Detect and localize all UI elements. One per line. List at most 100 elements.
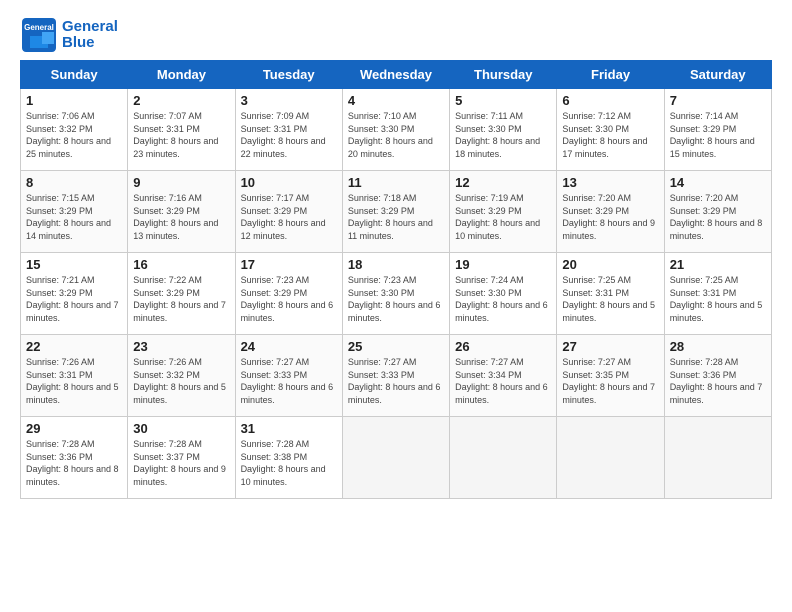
logo-icon: General bbox=[20, 16, 58, 54]
calendar-cell bbox=[557, 417, 664, 499]
day-info: Sunrise: 7:26 AMSunset: 3:32 PMDaylight:… bbox=[133, 356, 229, 406]
calendar-week-row: 8 Sunrise: 7:15 AMSunset: 3:29 PMDaylight… bbox=[21, 171, 772, 253]
day-info: Sunrise: 7:09 AMSunset: 3:31 PMDaylight:… bbox=[241, 110, 337, 160]
col-sunday: Sunday bbox=[21, 61, 128, 89]
day-number: 8 bbox=[26, 175, 122, 190]
logo-text-line1: General bbox=[62, 19, 118, 36]
day-info: Sunrise: 7:10 AMSunset: 3:30 PMDaylight:… bbox=[348, 110, 444, 160]
day-number: 27 bbox=[562, 339, 658, 354]
day-number: 22 bbox=[26, 339, 122, 354]
day-info: Sunrise: 7:28 AMSunset: 3:36 PMDaylight:… bbox=[670, 356, 766, 406]
day-number: 15 bbox=[26, 257, 122, 272]
calendar-cell bbox=[450, 417, 557, 499]
day-info: Sunrise: 7:22 AMSunset: 3:29 PMDaylight:… bbox=[133, 274, 229, 324]
col-thursday: Thursday bbox=[450, 61, 557, 89]
day-number: 31 bbox=[241, 421, 337, 436]
calendar-cell: 15Sunrise: 7:21 AMSunset: 3:29 PMDayligh… bbox=[21, 253, 128, 335]
day-number: 10 bbox=[241, 175, 337, 190]
day-info: Sunrise: 7:12 AMSunset: 3:30 PMDaylight:… bbox=[562, 110, 658, 160]
day-number: 9 bbox=[133, 175, 229, 190]
day-info: Sunrise: 7:25 AMSunset: 3:31 PMDaylight:… bbox=[562, 274, 658, 324]
day-info: Sunrise: 7:28 AMSunset: 3:37 PMDaylight:… bbox=[133, 438, 229, 488]
day-info: Sunrise: 7:07 AMSunset: 3:31 PMDaylight:… bbox=[133, 110, 229, 160]
calendar-cell: 17 Sunrise: 7:23 AMSunset: 3:29 PMDayligh… bbox=[235, 253, 342, 335]
calendar-cell: 27 Sunrise: 7:27 AMSunset: 3:35 PMDayligh… bbox=[557, 335, 664, 417]
calendar-cell: 19 Sunrise: 7:24 AMSunset: 3:30 PMDayligh… bbox=[450, 253, 557, 335]
col-monday: Monday bbox=[128, 61, 235, 89]
calendar-cell: 21Sunrise: 7:25 AMSunset: 3:31 PMDayligh… bbox=[664, 253, 771, 335]
calendar-cell: 1 Sunrise: 7:06 AMSunset: 3:32 PMDaylight… bbox=[21, 89, 128, 171]
header: General General Blue bbox=[20, 16, 772, 54]
col-saturday: Saturday bbox=[664, 61, 771, 89]
calendar-cell bbox=[342, 417, 449, 499]
day-number: 14 bbox=[670, 175, 766, 190]
day-info: Sunrise: 7:28 AMSunset: 3:36 PMDaylight:… bbox=[26, 438, 122, 488]
col-wednesday: Wednesday bbox=[342, 61, 449, 89]
calendar-cell: 12 Sunrise: 7:19 AMSunset: 3:29 PMDayligh… bbox=[450, 171, 557, 253]
calendar-week-row: 22 Sunrise: 7:26 AMSunset: 3:31 PMDayligh… bbox=[21, 335, 772, 417]
day-number: 1 bbox=[26, 93, 122, 108]
day-number: 21 bbox=[670, 257, 766, 272]
day-info: Sunrise: 7:16 AMSunset: 3:29 PMDaylight:… bbox=[133, 192, 229, 242]
day-number: 11 bbox=[348, 175, 444, 190]
day-number: 30 bbox=[133, 421, 229, 436]
calendar-cell: 10Sunrise: 7:17 AMSunset: 3:29 PMDayligh… bbox=[235, 171, 342, 253]
day-number: 20 bbox=[562, 257, 658, 272]
day-number: 6 bbox=[562, 93, 658, 108]
day-info: Sunrise: 7:06 AMSunset: 3:32 PMDaylight:… bbox=[26, 110, 122, 160]
day-number: 3 bbox=[241, 93, 337, 108]
day-number: 17 bbox=[241, 257, 337, 272]
day-number: 4 bbox=[348, 93, 444, 108]
calendar-cell: 29 Sunrise: 7:28 AMSunset: 3:36 PMDayligh… bbox=[21, 417, 128, 499]
svg-text:General: General bbox=[24, 23, 54, 32]
day-number: 16 bbox=[133, 257, 229, 272]
calendar-cell: 13Sunrise: 7:20 AMSunset: 3:29 PMDayligh… bbox=[557, 171, 664, 253]
day-number: 26 bbox=[455, 339, 551, 354]
day-info: Sunrise: 7:26 AMSunset: 3:31 PMDaylight:… bbox=[26, 356, 122, 406]
day-info: Sunrise: 7:27 AMSunset: 3:35 PMDaylight:… bbox=[562, 356, 658, 406]
calendar-cell: 26 Sunrise: 7:27 AMSunset: 3:34 PMDayligh… bbox=[450, 335, 557, 417]
calendar-cell: 25Sunrise: 7:27 AMSunset: 3:33 PMDayligh… bbox=[342, 335, 449, 417]
day-number: 24 bbox=[241, 339, 337, 354]
calendar-week-row: 29 Sunrise: 7:28 AMSunset: 3:36 PMDayligh… bbox=[21, 417, 772, 499]
calendar-cell: 14 Sunrise: 7:20 AMSunset: 3:29 PMDayligh… bbox=[664, 171, 771, 253]
calendar-cell: 2 Sunrise: 7:07 AMSunset: 3:31 PMDaylight… bbox=[128, 89, 235, 171]
calendar-cell: 7 Sunrise: 7:14 AMSunset: 3:29 PMDaylight… bbox=[664, 89, 771, 171]
calendar-cell: 16 Sunrise: 7:22 AMSunset: 3:29 PMDayligh… bbox=[128, 253, 235, 335]
logo-text-line2: Blue bbox=[62, 35, 118, 52]
day-info: Sunrise: 7:27 AMSunset: 3:33 PMDaylight:… bbox=[241, 356, 337, 406]
day-number: 23 bbox=[133, 339, 229, 354]
day-info: Sunrise: 7:19 AMSunset: 3:29 PMDaylight:… bbox=[455, 192, 551, 242]
calendar-cell: 22 Sunrise: 7:26 AMSunset: 3:31 PMDayligh… bbox=[21, 335, 128, 417]
day-number: 19 bbox=[455, 257, 551, 272]
calendar-cell: 24 Sunrise: 7:27 AMSunset: 3:33 PMDayligh… bbox=[235, 335, 342, 417]
calendar-cell: 31 Sunrise: 7:28 AMSunset: 3:38 PMDayligh… bbox=[235, 417, 342, 499]
calendar-cell: 5Sunrise: 7:11 AMSunset: 3:30 PMDaylight… bbox=[450, 89, 557, 171]
calendar-cell: 11 Sunrise: 7:18 AMSunset: 3:29 PMDayligh… bbox=[342, 171, 449, 253]
day-info: Sunrise: 7:27 AMSunset: 3:34 PMDaylight:… bbox=[455, 356, 551, 406]
day-number: 29 bbox=[26, 421, 122, 436]
day-info: Sunrise: 7:14 AMSunset: 3:29 PMDaylight:… bbox=[670, 110, 766, 160]
day-info: Sunrise: 7:23 AMSunset: 3:29 PMDaylight:… bbox=[241, 274, 337, 324]
day-info: Sunrise: 7:28 AMSunset: 3:38 PMDaylight:… bbox=[241, 438, 337, 488]
day-number: 18 bbox=[348, 257, 444, 272]
day-info: Sunrise: 7:11 AMSunset: 3:30 PMDaylight:… bbox=[455, 110, 551, 160]
day-info: Sunrise: 7:15 AMSunset: 3:29 PMDaylight:… bbox=[26, 192, 122, 242]
page: General General Blue Sunday Monday Tuesd… bbox=[0, 0, 792, 612]
day-info: Sunrise: 7:23 AMSunset: 3:30 PMDaylight:… bbox=[348, 274, 444, 324]
day-info: Sunrise: 7:18 AMSunset: 3:29 PMDaylight:… bbox=[348, 192, 444, 242]
calendar-cell: 8 Sunrise: 7:15 AMSunset: 3:29 PMDaylight… bbox=[21, 171, 128, 253]
calendar-cell: 3 Sunrise: 7:09 AMSunset: 3:31 PMDaylight… bbox=[235, 89, 342, 171]
day-info: Sunrise: 7:24 AMSunset: 3:30 PMDaylight:… bbox=[455, 274, 551, 324]
col-tuesday: Tuesday bbox=[235, 61, 342, 89]
calendar-cell: 4 Sunrise: 7:10 AMSunset: 3:30 PMDaylight… bbox=[342, 89, 449, 171]
calendar-cell: 28Sunrise: 7:28 AMSunset: 3:36 PMDayligh… bbox=[664, 335, 771, 417]
day-number: 25 bbox=[348, 339, 444, 354]
day-number: 7 bbox=[670, 93, 766, 108]
day-info: Sunrise: 7:20 AMSunset: 3:29 PMDaylight:… bbox=[670, 192, 766, 242]
day-number: 2 bbox=[133, 93, 229, 108]
day-info: Sunrise: 7:20 AMSunset: 3:29 PMDaylight:… bbox=[562, 192, 658, 242]
col-friday: Friday bbox=[557, 61, 664, 89]
day-number: 12 bbox=[455, 175, 551, 190]
calendar-cell: 18 Sunrise: 7:23 AMSunset: 3:30 PMDayligh… bbox=[342, 253, 449, 335]
